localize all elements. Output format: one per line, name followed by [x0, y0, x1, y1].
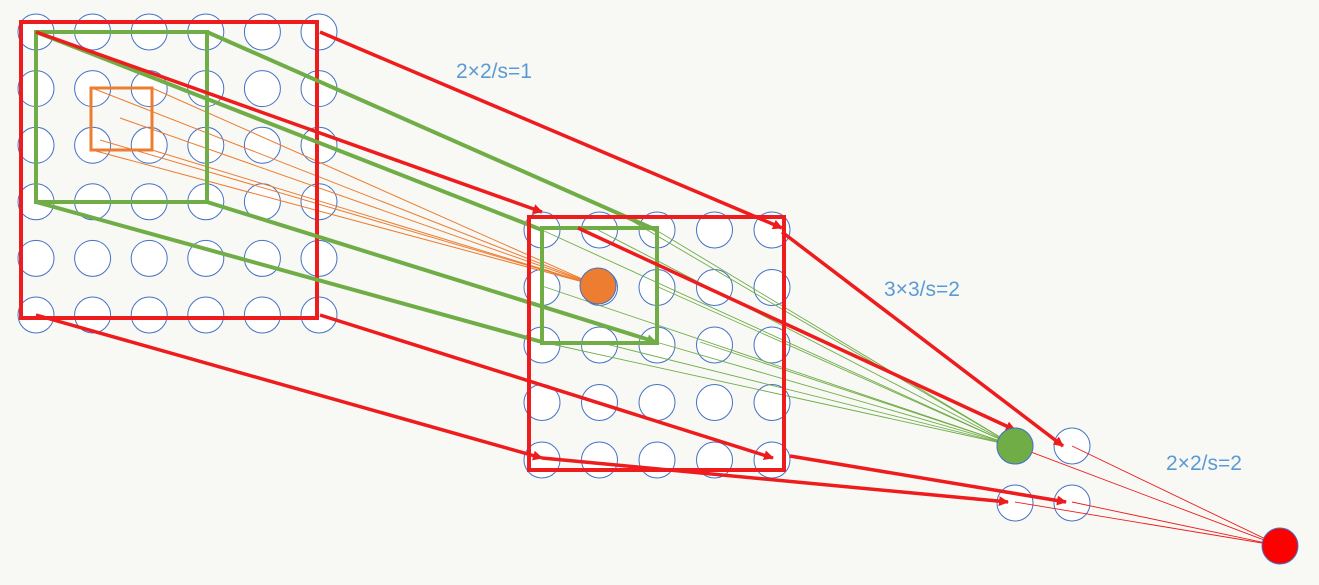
green-node [996, 427, 1034, 465]
neuron [17, 239, 55, 277]
neuron [638, 441, 676, 479]
red-node [1261, 527, 1299, 565]
input-neuron-grid [17, 13, 338, 334]
neuron [130, 239, 168, 277]
layer2-kernel-label: 3×3/s=2 [884, 278, 960, 301]
neuron [243, 13, 281, 51]
neuron [243, 239, 281, 277]
neuron [638, 384, 676, 421]
neuron [187, 296, 225, 334]
neuron [243, 296, 281, 334]
neuron [74, 239, 112, 277]
neuron [243, 126, 281, 164]
neuron [696, 326, 733, 364]
neuron [696, 384, 733, 421]
layer3-kernel-label: 2×2/s=2 [1166, 452, 1242, 475]
neuron [130, 296, 168, 334]
neuron [74, 126, 112, 164]
neuron [243, 70, 281, 108]
neuron [581, 441, 618, 479]
green-region-box-input [34, 30, 209, 204]
neuron [1053, 484, 1091, 522]
orange-node [579, 267, 617, 305]
receptive-field-diagram [17, 13, 1299, 565]
layer1-kernel-label: 2×2/s=1 [456, 60, 532, 83]
neuron [696, 269, 733, 306]
